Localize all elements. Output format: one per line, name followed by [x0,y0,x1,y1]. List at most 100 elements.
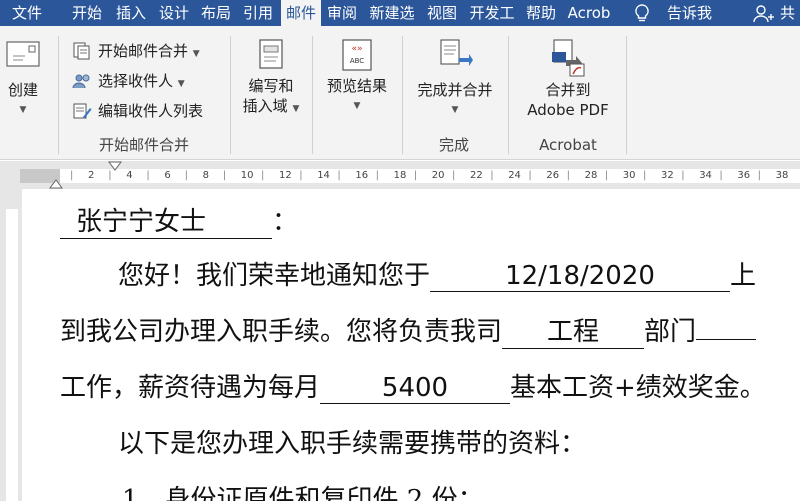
ruler-tick-mark: | [528,170,532,181]
greeting-line: 您好！我们荣幸地通知您于 12/18/2020 上 [118,255,756,292]
write-insert-line2: 插入域 ▼ [242,97,300,115]
salary-field[interactable]: 5400 [320,373,511,404]
vertical-ruler[interactable] [0,189,22,501]
tab-layout[interactable]: 布局 [197,0,235,26]
ruler-tick-label: 14 [317,170,330,181]
start-mail-merge-group-label: 开始邮件合并 [98,136,189,154]
tab-mailings[interactable]: 邮件 [281,0,321,26]
ruler-tick-label: 32 [661,170,674,181]
finish-merge-button[interactable]: 完成并合并 ▼ [408,38,502,120]
ruler-tick-label: 36 [737,170,751,181]
ruler-tick-mark: | [757,170,761,181]
divider [508,36,509,154]
ruler-tick-label: 16 [355,170,369,181]
tab-developer[interactable]: 开发工 [464,0,520,26]
ruler-tick-label: 30 [622,170,636,181]
ruler-tick-mark: | [681,170,685,181]
preview-abc-icon: «» ABC [342,39,372,71]
chevron-down-icon: ▼ [19,105,27,115]
ruler-tick-label: 26 [546,170,560,181]
ruler-tick-mark: | [413,170,418,181]
line3-tail-text: 基本工资+绩效奖金。 [510,373,766,403]
insert-field-icon [259,39,283,69]
merge-document-icon [73,42,90,60]
ruler-tick-mark: | [643,170,647,181]
share-label[interactable]: 共 [780,0,795,26]
department-line: 到我公司办理入职手续。您将负责我司 工程 部门 [60,311,757,349]
tab-view[interactable]: 视图 [423,0,461,26]
ruler-tick-label: 2 [88,170,95,181]
ruler-tick-mark: | [299,170,303,181]
line3-text: 工作，薪资待遇为每月 [60,373,321,403]
merge-to-adobe-pdf-button[interactable]: 合并到 Adobe PDF [514,38,622,120]
materials-intro-line: 以下是您办理入职手续需要携带的资料： [118,429,587,459]
ruler-tick-mark: | [184,170,188,181]
tab-insert[interactable]: 插入 [112,0,150,26]
ribbon-mailings: 创建 ▼ 开始邮件合并 ▼ 选择收件人 ▼ 编辑收件人列表 开始邮件合并 编写和… [0,26,800,160]
divider [230,36,231,154]
document-page[interactable]: 张宁宁女士： 您好！我们荣幸地通知您于 12/18/2020 上 到我公司办理入职手… [22,189,800,501]
start-mail-merge-label: 开始邮件合并 ▼ [98,42,200,60]
date-field[interactable]: 12/18/2020 [430,261,731,292]
colon: ： [272,207,299,237]
divider [58,36,59,154]
ruler-tick-label: 28 [584,170,598,181]
adobe-pdf-merge-icon [552,39,585,77]
ruler-tick-mark: | [222,170,227,181]
select-recipients-label: 选择收件人 ▼ [98,72,185,90]
horizontal-ruler[interactable]: 2 | 4 | 6 | 8 | 10 | 12 | 14 | 16 | 18 | 20 | 22 | 24 | 26 | 28 | 30… [0,161,800,189]
ruler-tick-label: 4 [126,170,133,181]
ruler-tick-mark: | [604,170,609,181]
tab-file[interactable]: 文件 [8,0,46,26]
tab-design[interactable]: 设计 [155,0,193,26]
ruler-tick-mark: | [375,170,379,181]
finish-merge-label: 完成并合并 [417,81,493,99]
tab-review[interactable]: 审阅 [323,0,361,26]
ruler-tick-label: 12 [279,170,292,181]
greeting-tail-text: 上 [730,261,757,291]
ruler-tick-mark: | [108,170,112,181]
tab-acrobat[interactable]: Acrob [563,0,615,26]
svg-text:ABC: ABC [350,57,364,65]
share-person-icon[interactable] [752,3,774,23]
finish-group-label: 完成 [438,136,469,154]
ruler-tick-label: 6 [164,170,171,181]
recipient-name-field[interactable]: 张宁宁女士 [60,201,272,239]
chevron-down-icon: ▼ [451,105,459,115]
write-insert-fields-button[interactable]: 编写和 插入域 ▼ [236,38,306,119]
greeting-text: 您好！我们荣幸地通知您于 [118,261,431,291]
list-item-1: 1、身份证原件和复印件 2 份； [122,485,484,501]
ruler-tick-mark: | [490,170,494,181]
department-field[interactable]: 工程 [502,311,645,349]
tab-home[interactable]: 开始 [68,0,106,26]
ruler-tick-mark: | [337,170,341,181]
merge-pdf-line2: Adobe PDF [527,101,609,119]
divider [402,36,403,154]
ruler-tick-label: 22 [470,170,483,181]
lightbulb-icon[interactable] [632,3,652,23]
ruler-tick-mark: | [70,170,74,181]
line2-tail-text: 部门 [644,317,697,347]
salary-line: 工作，薪资待遇为每月 5400 基本工资+绩效奖金。 [60,367,766,404]
ruler-tick-label: 18 [393,170,407,181]
preview-results-label: 预览结果 [326,77,387,95]
tab-references[interactable]: 引用 [239,0,277,26]
acrobat-group-label: Acrobat [539,136,597,154]
create-button[interactable]: 创建 ▼ [0,36,46,120]
svg-text:«»: «» [351,44,362,54]
tab-help[interactable]: 帮助 [522,0,560,26]
ruler-tick-mark: | [146,170,150,181]
tell-me-search[interactable]: 告诉我 [667,0,712,26]
hanging-indent-marker[interactable] [49,179,63,189]
preview-results-button[interactable]: «» ABC 预览结果 ▼ [318,38,396,116]
tab-new-group[interactable]: 新建选 [364,0,420,26]
recipient-line: 张宁宁女士： [60,201,298,239]
divider [312,36,313,154]
merge-pdf-line1: 合并到 [545,81,591,99]
divider [626,36,627,154]
line2-text: 到我公司办理入职手续。您将负责我司 [60,317,503,347]
ruler-tick-label: 34 [699,170,712,181]
write-insert-line1: 编写和 [248,77,294,95]
ruler-tick-label: 10 [240,170,254,181]
ruler-tick-mark: | [452,170,456,181]
